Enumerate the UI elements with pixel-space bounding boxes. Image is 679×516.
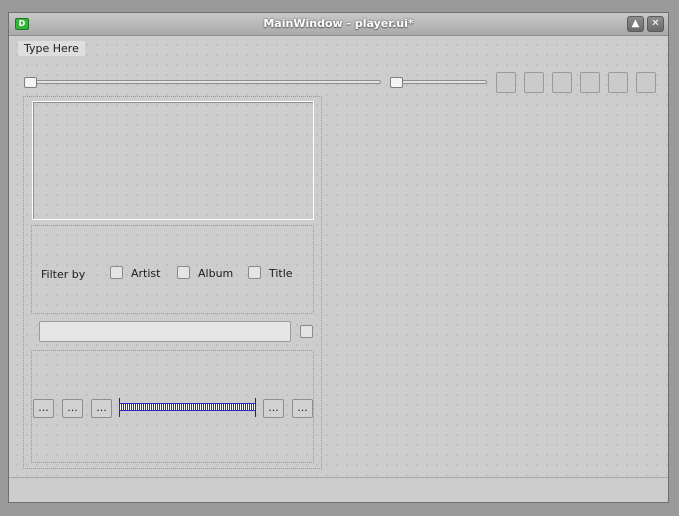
seek-slider[interactable]	[24, 80, 381, 84]
spacer-right-edge	[255, 398, 256, 417]
album-checkbox-label: Album	[198, 267, 234, 280]
control-button-1[interactable]: ...	[33, 399, 54, 418]
volume-slider[interactable]	[390, 80, 487, 84]
close-icon: ✕	[651, 18, 660, 29]
volume-slider-handle[interactable]	[390, 77, 403, 88]
filter-by-label: Filter by	[41, 268, 86, 281]
title-bar[interactable]: D MainWindow - player.ui* ▲ ✕	[9, 13, 668, 36]
title-checkbox-label: Title	[269, 267, 293, 280]
video-widget[interactable]	[32, 101, 314, 220]
horizontal-spacer	[119, 403, 256, 411]
tool-button-2[interactable]	[524, 72, 544, 93]
status-bar	[9, 477, 668, 502]
control-button-5[interactable]: ...	[292, 399, 313, 418]
seek-slider-handle[interactable]	[24, 77, 37, 88]
menubar-type-here[interactable]: Type Here	[18, 41, 85, 56]
control-button-4[interactable]: ...	[263, 399, 284, 418]
tool-button-6[interactable]	[636, 72, 656, 93]
album-checkbox[interactable]	[177, 266, 190, 279]
tool-button-5[interactable]	[608, 72, 628, 93]
artist-checkbox-label: Artist	[131, 267, 161, 280]
maximize-button[interactable]: ▲	[627, 16, 644, 32]
tool-button-1[interactable]	[496, 72, 516, 93]
title-checkbox[interactable]	[248, 266, 261, 279]
designer-canvas: Type Here Filter by Artist Album Title .…	[9, 36, 668, 478]
artist-checkbox[interactable]	[110, 266, 123, 279]
window-title: MainWindow - player.ui*	[263, 17, 414, 30]
tool-button-3[interactable]	[552, 72, 572, 93]
control-button-3[interactable]: ...	[91, 399, 112, 418]
control-button-2[interactable]: ...	[62, 399, 83, 418]
tool-button-4[interactable]	[580, 72, 600, 93]
close-button[interactable]: ✕	[647, 16, 664, 32]
main-window: D MainWindow - player.ui* ▲ ✕ Type Here …	[8, 12, 669, 503]
maximize-icon: ▲	[631, 18, 640, 29]
search-input[interactable]	[39, 321, 291, 342]
search-option-checkbox[interactable]	[300, 325, 313, 338]
